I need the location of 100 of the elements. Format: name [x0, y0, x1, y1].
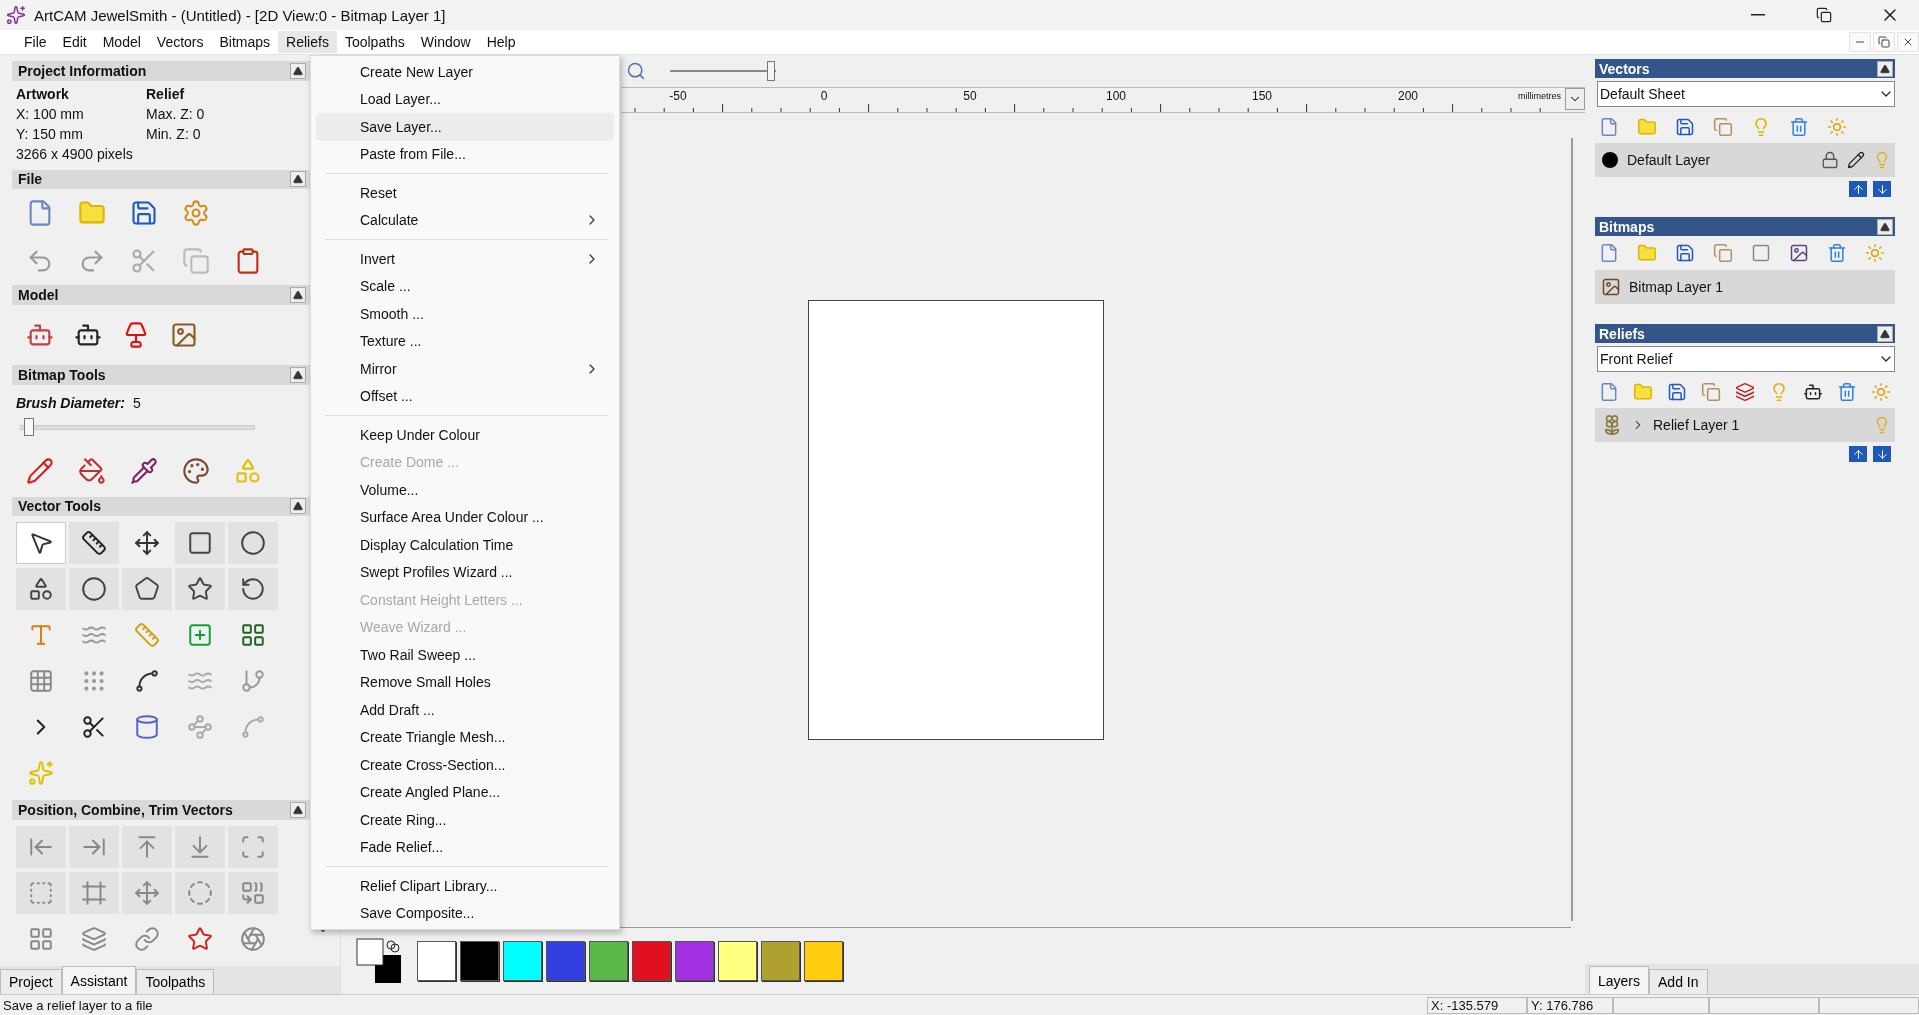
- layer-row[interactable]: Default Layer: [1595, 143, 1895, 177]
- menu-item[interactable]: Toolpaths: [336, 31, 413, 53]
- align-bottom-tool-button[interactable]: [175, 826, 225, 869]
- menu-option[interactable]: Relief Clipart Library...: [316, 872, 614, 900]
- dashed-circle-tool-button[interactable]: [175, 872, 225, 915]
- frame-tool-button[interactable]: [69, 872, 119, 915]
- menu-option[interactable]: Create New Layer: [316, 58, 614, 86]
- save-icon[interactable]: [1675, 117, 1695, 137]
- ruler-menu-button[interactable]: [1565, 88, 1585, 110]
- colour-swatch[interactable]: [675, 941, 714, 981]
- menu-option[interactable]: Create Cross-Section...: [316, 751, 614, 779]
- copy-icon[interactable]: [1701, 382, 1721, 402]
- minimize-button[interactable]: [1849, 32, 1871, 52]
- pipette-icon[interactable]: [130, 456, 158, 485]
- menu-option[interactable]: Swept Profiles Wizard ...: [316, 558, 614, 586]
- collapse-button[interactable]: [1877, 325, 1893, 342]
- image-icon[interactable]: [1789, 243, 1809, 263]
- colour-swatch[interactable]: [417, 941, 456, 981]
- move-down-button[interactable]: [1873, 181, 1891, 197]
- save-icon[interactable]: [130, 199, 158, 228]
- collapse-button[interactable]: [290, 62, 306, 79]
- menu-option[interactable]: Two Rail Sweep ...: [316, 641, 614, 669]
- panel-tab[interactable]: Project: [0, 969, 62, 995]
- layer-row[interactable]: Bitmap Layer 1: [1595, 270, 1895, 304]
- menu-option[interactable]: Invert: [316, 245, 614, 273]
- menu-option[interactable]: Volume...: [316, 476, 614, 504]
- settings-icon[interactable]: [182, 199, 210, 228]
- circle-tool-button[interactable]: [228, 522, 278, 565]
- move-down-button[interactable]: [1873, 446, 1891, 462]
- pencil-icon[interactable]: [1847, 151, 1865, 169]
- center-tool-button[interactable]: [228, 826, 278, 869]
- colour-pair-icon[interactable]: [355, 937, 403, 985]
- colour-swatch[interactable]: [503, 941, 542, 981]
- close-button[interactable]: [1897, 32, 1919, 52]
- colour-swatch[interactable]: [632, 941, 671, 981]
- layer-row[interactable]: Relief Layer 1: [1595, 408, 1895, 442]
- slider-thumb[interactable]: [766, 61, 775, 81]
- trash-icon[interactable]: [1789, 117, 1809, 137]
- move-tool-button[interactable]: [122, 872, 172, 915]
- align-left-tool-button[interactable]: [16, 826, 66, 869]
- menu-item[interactable]: Window: [412, 31, 479, 53]
- node-edit-tool-button[interactable]: [69, 522, 119, 565]
- menu-option[interactable]: Scale ...: [316, 272, 614, 300]
- move-up-button[interactable]: [1849, 446, 1867, 462]
- panel-tab[interactable]: Toolpaths: [136, 969, 215, 995]
- menu-option[interactable]: Surface Area Under Colour ...: [316, 503, 614, 531]
- colour-swatch[interactable]: [589, 941, 628, 981]
- slider-thumb[interactable]: [24, 417, 35, 436]
- copy-icon[interactable]: [1713, 243, 1733, 263]
- colour-swatch[interactable]: [718, 941, 757, 981]
- square-icon[interactable]: [1751, 243, 1771, 263]
- brush-slider[interactable]: [20, 416, 255, 437]
- polygon-tool-button[interactable]: [122, 568, 172, 611]
- menu-option[interactable]: Offset ...: [316, 382, 614, 410]
- menu-item[interactable]: Edit: [54, 31, 95, 53]
- rectangle-tool-button[interactable]: [175, 522, 225, 565]
- save-icon[interactable]: [1675, 243, 1695, 263]
- menu-option[interactable]: Create Angled Plane...: [316, 778, 614, 806]
- menu-option[interactable]: Load Layer...: [316, 85, 614, 113]
- pointer-tool-button[interactable]: [16, 522, 66, 565]
- menu-item[interactable]: Help: [478, 31, 524, 53]
- trash-icon[interactable]: [1827, 243, 1847, 263]
- align-top-tool-button[interactable]: [122, 826, 172, 869]
- save-icon[interactable]: [1667, 382, 1687, 402]
- lock-icon[interactable]: [1821, 151, 1839, 169]
- menu-item[interactable]: Reliefs: [278, 31, 337, 53]
- polyline-tool-button[interactable]: [16, 568, 66, 611]
- move-up-button[interactable]: [1849, 181, 1867, 197]
- paint-bucket-icon[interactable]: [78, 456, 106, 485]
- colour-swatch[interactable]: [460, 941, 499, 981]
- menu-option[interactable]: Smooth ...: [316, 300, 614, 328]
- menu-option[interactable]: Display Calculation Time: [316, 531, 614, 559]
- panel-tab[interactable]: Layers: [1589, 966, 1650, 994]
- collapse-button[interactable]: [290, 802, 306, 819]
- arc-tool-button[interactable]: [228, 568, 278, 611]
- menu-option[interactable]: Add Draft ...: [316, 696, 614, 724]
- new-file-icon[interactable]: [1599, 382, 1619, 402]
- menu-option[interactable]: Calculate: [316, 206, 614, 234]
- align-right-tool-button[interactable]: [69, 826, 119, 869]
- colour-swatch[interactable]: [761, 941, 800, 981]
- ellipse-tool-button[interactable]: [69, 568, 119, 611]
- menu-option[interactable]: Reset: [316, 179, 614, 207]
- new-file-icon[interactable]: [1599, 243, 1619, 263]
- sheet-dropdown[interactable]: Default Sheet: [1597, 81, 1895, 107]
- panel-tab[interactable]: Add In: [1649, 969, 1708, 994]
- trash-icon[interactable]: [1837, 382, 1857, 402]
- menu-item[interactable]: File: [16, 31, 55, 53]
- zoom-icon[interactable]: [626, 61, 646, 81]
- menu-option[interactable]: Save Layer...: [316, 113, 614, 141]
- menu-option[interactable]: Save Composite...: [316, 899, 614, 927]
- menu-option[interactable]: Fade Relief...: [316, 833, 614, 861]
- menu-option[interactable]: Texture ...: [316, 327, 614, 355]
- colour-swatch[interactable]: [804, 941, 843, 981]
- collapse-button[interactable]: [1877, 60, 1893, 77]
- collapse-button[interactable]: [290, 287, 306, 304]
- menu-option[interactable]: Keep Under Colour: [316, 421, 614, 449]
- menu-option[interactable]: Paste from File...: [316, 140, 614, 168]
- menu-option[interactable]: Create Ring...: [316, 806, 614, 834]
- combine-tool-button[interactable]: [228, 872, 278, 915]
- collapse-button[interactable]: [290, 498, 306, 515]
